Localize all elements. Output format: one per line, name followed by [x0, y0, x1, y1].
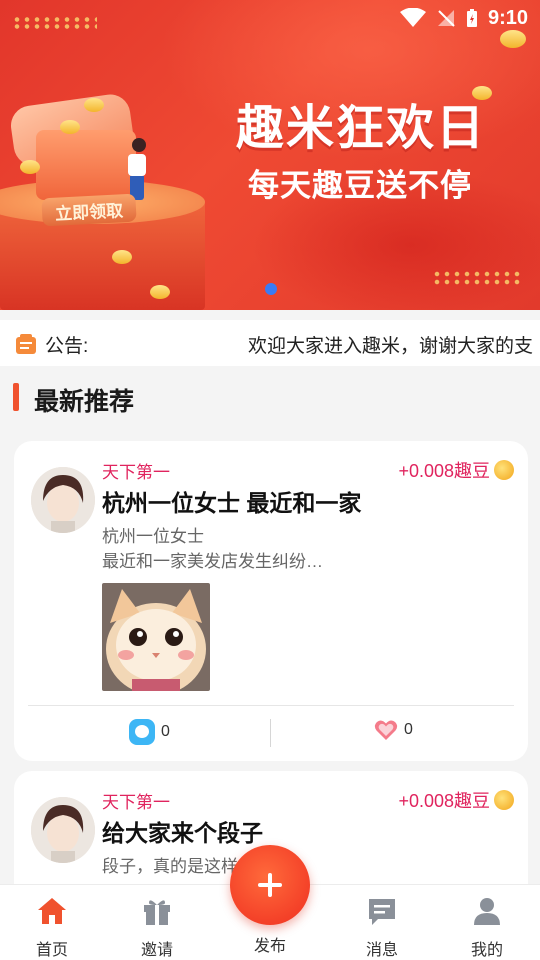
coin-icon [112, 250, 132, 264]
coin-icon [150, 285, 170, 299]
reward-amount: +0.008趣豆 [398, 791, 490, 811]
decorative-dots [12, 16, 97, 30]
battery-charging-icon [466, 9, 477, 27]
message-icon [369, 899, 395, 925]
post-author[interactable]: 天下第一 [102, 788, 170, 813]
home-icon [38, 898, 66, 924]
nav-messages-label: 消息 [365, 942, 398, 959]
gift-icon [144, 900, 170, 925]
wifi-icon [399, 8, 426, 27]
reward-badge: +0.008趣豆 [398, 787, 514, 813]
nav-post-label[interactable]: 发布 [235, 932, 305, 956]
post-title[interactable]: 杭州一位女士 最近和一家 [102, 484, 361, 518]
coin-icon [500, 30, 526, 48]
publish-button[interactable] [230, 845, 310, 925]
banner-title: 趣米狂欢日 [236, 102, 487, 155]
avatar[interactable] [31, 467, 95, 533]
like-count: 0 [404, 721, 413, 738]
nav-me[interactable]: 我的 [452, 895, 522, 960]
comment-button[interactable]: 0 [129, 719, 170, 745]
coin-icon [60, 120, 80, 134]
comment-icon [129, 719, 155, 745]
user-icon [474, 898, 500, 925]
status-bar: 9:10 [399, 6, 528, 30]
action-divider [270, 719, 271, 747]
banner-person [128, 138, 150, 202]
post-excerpt-line: 杭州一位女士 [102, 527, 204, 546]
like-button[interactable]: 0 [374, 719, 413, 741]
reward-amount: +0.008趣豆 [398, 461, 490, 481]
announcement-text: 欢迎大家进入趣米，谢谢大家的支 [248, 336, 534, 357]
post-author[interactable]: 天下第一 [102, 458, 170, 483]
banner-subtitle: 每天趣豆送不停 [248, 168, 472, 203]
nav-me-label: 我的 [470, 942, 503, 959]
claim-now-button[interactable]: 立即领取 [41, 193, 137, 227]
heart-icon [374, 720, 398, 740]
status-time: 9:10 [487, 6, 528, 29]
announcement-icon [16, 334, 36, 354]
section-accent-bar [13, 383, 19, 411]
nav-messages[interactable]: 消息 [347, 895, 417, 960]
post-card[interactable]: 天下第一 +0.008趣豆 杭州一位女士 最近和一家 杭州一位女士 最近和一家美… [14, 441, 528, 761]
avatar[interactable] [31, 797, 95, 863]
carousel-indicator[interactable] [265, 283, 277, 295]
bean-coin-icon [494, 790, 514, 810]
gift-box [36, 130, 136, 200]
card-divider [28, 705, 514, 706]
post-excerpt-line: 最近和一家美发店发生纠纷… [102, 552, 323, 571]
post-excerpt-line: 段子，真的是这样 [102, 857, 238, 876]
nav-invite[interactable]: 邀请 [122, 895, 192, 960]
post-title[interactable]: 给大家来个段子 [102, 814, 263, 848]
signal-off-icon [437, 10, 455, 27]
announcement-label: 公告: [45, 336, 89, 357]
reward-badge: +0.008趣豆 [398, 457, 514, 483]
comment-count: 0 [161, 723, 170, 740]
nav-home-label: 首页 [35, 942, 68, 959]
nav-home[interactable]: 首页 [17, 895, 87, 960]
coin-icon [20, 160, 40, 174]
bean-coin-icon [494, 460, 514, 480]
nav-invite-label: 邀请 [140, 942, 173, 959]
section-title: 最新推荐 [34, 388, 135, 416]
coin-icon [84, 98, 104, 112]
announcement-bar[interactable]: 公告: 欢迎大家进入趣米，谢谢大家的支 [0, 320, 540, 366]
decorative-dots [432, 270, 522, 286]
post-image[interactable] [102, 583, 210, 691]
promo-banner[interactable]: 9:10 立即领取 趣米狂欢日 每天趣豆送不停 [0, 0, 540, 310]
